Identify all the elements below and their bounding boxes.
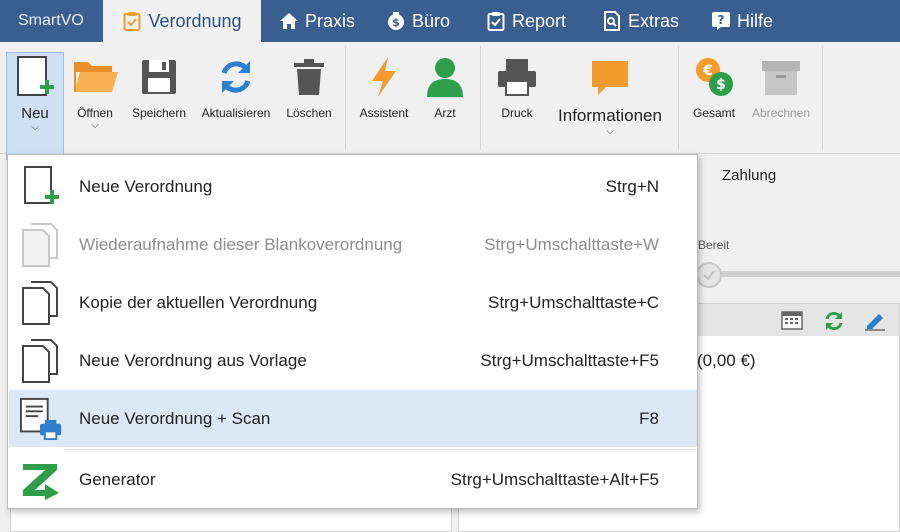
- menu-item-wiederaufnahme[interactable]: Wiederaufnahme dieser Blankoverordnung S…: [9, 216, 697, 273]
- aktualisieren-label: Aktualisieren: [201, 106, 271, 120]
- arzt-button[interactable]: Arzt: [420, 42, 470, 154]
- svg-text:€: €: [702, 63, 713, 79]
- status-slider-thumb[interactable]: [696, 262, 722, 288]
- new-document-icon: [19, 163, 63, 211]
- speichern-button[interactable]: Speichern: [128, 42, 190, 154]
- chevron-down-icon: ⌵: [606, 126, 614, 137]
- new-document-icon: [12, 55, 58, 101]
- ribbon-separator: [822, 46, 823, 150]
- money-bag-icon: $: [386, 11, 406, 31]
- printer-icon: [494, 54, 540, 100]
- folder-open-icon: [72, 54, 118, 100]
- oeffnen-button[interactable]: Öffnen ⌵: [70, 42, 120, 154]
- menu-item-shortcut: Strg+Umschalttaste+C: [487, 292, 659, 312]
- tab-label: Report: [512, 10, 567, 31]
- tab-extras[interactable]: Extras: [602, 0, 679, 42]
- menu-item-shortcut: F8: [639, 408, 659, 428]
- tab-verordnung[interactable]: Verordnung: [103, 0, 261, 42]
- druck-button[interactable]: Druck: [490, 42, 544, 154]
- app-name: SmartVO: [18, 12, 84, 29]
- tab-praxis[interactable]: Praxis: [279, 0, 355, 42]
- status-label: Bereit: [698, 238, 730, 252]
- clipboard-icon: [486, 11, 506, 31]
- menu-item-shortcut: Strg+Umschalttaste+W: [484, 234, 659, 254]
- speech-bubble-icon: [587, 54, 633, 100]
- menu-item-label: Neue Verordnung: [79, 176, 213, 196]
- chevron-down-icon: ⌵: [31, 122, 39, 133]
- status-slider-track[interactable]: [700, 271, 900, 277]
- menu-item-label: Wiederaufnahme dieser Blankoverordnung: [79, 234, 403, 254]
- aktualisieren-button[interactable]: Aktualisieren: [196, 42, 276, 154]
- menu-item-verordnung-scan[interactable]: Neue Verordnung + Scan F8: [9, 390, 697, 447]
- menu-item-shortcut: Strg+Umschalttaste+F5: [480, 350, 659, 370]
- tab-hilfe[interactable]: ? Hilfe: [711, 0, 773, 42]
- neu-button[interactable]: Neu ⌵: [6, 52, 64, 160]
- generator-z-icon: [19, 456, 63, 504]
- informationen-label: Informationen: [558, 106, 662, 125]
- assistent-label: Assistent: [359, 106, 409, 120]
- menu-item-shortcut: Strg+N: [605, 176, 659, 196]
- document-search-icon: [602, 11, 622, 31]
- scan-document-icon: [19, 395, 63, 443]
- tab-label: Praxis: [305, 10, 356, 31]
- menu-item-label: Neue Verordnung aus Vorlage: [79, 350, 307, 370]
- ribbon-separator: [480, 46, 481, 150]
- druck-label: Druck: [501, 106, 533, 120]
- menu-item-aus-vorlage[interactable]: Neue Verordnung aus Vorlage Strg+Umschal…: [9, 332, 697, 389]
- calendar-icon[interactable]: [781, 310, 803, 330]
- save-icon: [136, 54, 182, 100]
- neu-label: Neu: [21, 105, 49, 122]
- abrechnen-button[interactable]: Abrechnen: [748, 42, 814, 154]
- refresh-icon: [213, 54, 259, 100]
- lightning-icon: [361, 54, 407, 100]
- assistent-button[interactable]: Assistent: [355, 42, 413, 154]
- oeffnen-label: Öffnen: [77, 106, 113, 120]
- loeschen-label: Löschen: [286, 106, 332, 120]
- menu-item-kopie[interactable]: Kopie der aktuellen Verordnung Strg+Umsc…: [9, 274, 697, 331]
- tab-buero[interactable]: $ Büro: [386, 0, 450, 42]
- tab-label: Extras: [628, 10, 680, 31]
- tab-label: Büro: [412, 10, 451, 31]
- tab-report[interactable]: Report: [486, 0, 566, 42]
- menu-item-shortcut: Strg+Umschalttaste+Alt+F5: [450, 469, 659, 489]
- svg-text:?: ?: [718, 13, 725, 27]
- ribbon-group-label-zahlung: Zahlung: [722, 167, 777, 184]
- menu-item-label: Generator: [79, 469, 156, 489]
- copy-documents-icon: [19, 221, 63, 269]
- main-tab-bar: SmartVO Verordnung Praxis $ Büro Report …: [0, 0, 900, 42]
- refresh-icon[interactable]: [823, 310, 845, 331]
- ribbon-toolbar: Neu ⌵ Öffnen ⌵ Speichern Aktualisieren L…: [0, 42, 900, 160]
- clipboard-check-icon: [122, 11, 142, 31]
- doctor-icon: [422, 54, 468, 100]
- template-documents-icon: [19, 337, 63, 385]
- chevron-down-icon: ⌵: [91, 120, 99, 131]
- help-icon: ?: [711, 11, 731, 31]
- informationen-button[interactable]: Informationen ⌵: [552, 42, 668, 154]
- arzt-label: Arzt: [434, 106, 456, 120]
- svg-text:$: $: [716, 77, 726, 93]
- tab-label: Verordnung: [148, 10, 242, 31]
- gesamt-button[interactable]: € $ Gesamt: [688, 42, 740, 154]
- menu-item-neue-verordnung[interactable]: Neue Verordnung Strg+N: [9, 158, 697, 215]
- amount-value: (0,00 €): [697, 351, 756, 370]
- menu-item-label: Neue Verordnung + Scan: [79, 408, 271, 428]
- svg-text:$: $: [392, 16, 400, 29]
- menu-separator: [64, 449, 696, 450]
- archive-box-icon: [758, 54, 804, 100]
- speichern-label: Speichern: [131, 106, 187, 120]
- new-dropdown-menu: Neue Verordnung Strg+N Wiederaufnahme di…: [7, 154, 698, 509]
- menu-item-generator[interactable]: Generator Strg+Umschalttaste+Alt+F5: [9, 451, 697, 508]
- abrechnen-label: Abrechnen: [751, 106, 811, 120]
- trash-icon: [286, 54, 332, 100]
- ribbon-separator: [345, 46, 346, 150]
- copy-documents-icon: [19, 279, 63, 327]
- euro-dollar-icon: € $: [691, 54, 737, 100]
- edit-pencil-icon[interactable]: [863, 310, 885, 331]
- home-icon: [279, 11, 299, 31]
- ribbon-separator: [678, 46, 679, 150]
- loeschen-button[interactable]: Löschen: [283, 42, 335, 154]
- gesamt-label: Gesamt: [692, 106, 735, 120]
- menu-item-label: Kopie der aktuellen Verordnung: [79, 292, 318, 312]
- tab-label: Hilfe: [737, 10, 774, 31]
